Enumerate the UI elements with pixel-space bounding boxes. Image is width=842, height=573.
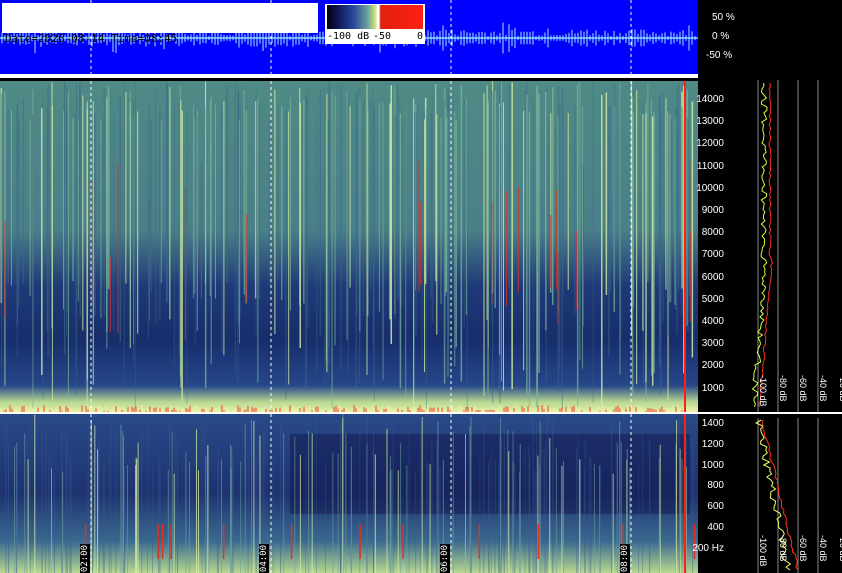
amp-label-minus50: -50 % — [706, 50, 733, 61]
color-scale: -100 dB -50 0 — [325, 4, 425, 44]
freq-label-upper-8: 6000 — [701, 271, 724, 283]
db-label-1: -80 dB — [778, 375, 788, 402]
db-label-0: -100 dB — [758, 535, 768, 567]
freq-label-upper-2: 12000 — [696, 138, 724, 150]
freq-label-upper-1: 13000 — [696, 116, 724, 128]
freq-label-upper-7: 7000 — [701, 249, 724, 261]
freq-label-upper-12: 2000 — [701, 360, 724, 372]
db-label-1: -80 dB — [778, 535, 788, 562]
freq-label-lower-1: 1200 — [701, 438, 724, 450]
freq-label-upper-9: 5000 — [701, 293, 724, 305]
db-label-3: -40 dB — [818, 375, 828, 402]
time-marker-0800: 08:00 — [620, 544, 630, 573]
freq-label-lower-0: 1400 — [701, 418, 724, 429]
info-box: Date=2026-08-14 Time=08:45 Freq= 1...150… — [2, 3, 318, 87]
amp-label-50: 50 % — [712, 12, 735, 23]
time-marker-0600: 06:00 — [440, 544, 450, 573]
date-time-text: Date=2026-08-14 Time=08:45 — [5, 32, 178, 45]
freq-label-upper-11: 3000 — [701, 338, 724, 350]
db-label-2: -60 dB — [798, 535, 808, 562]
colorbar-label-min: -100 dB — [327, 31, 370, 42]
time-marker-0400: 04:00 — [259, 544, 269, 573]
waveform-panel: Date=2026-08-14 Time=08:45 Freq= 1...150… — [0, 0, 698, 87]
freq-label-upper-10: 4000 — [701, 316, 724, 327]
freq-label-upper-5: 9000 — [701, 205, 724, 216]
colorbar-label-max: 0 — [417, 31, 424, 42]
db-label-3: -40 dB — [818, 535, 828, 562]
freq-label-lower-6: 200 Hz — [692, 542, 724, 554]
freq-label-upper-4: 10000 — [696, 182, 724, 194]
freq-label-lower-5: 400 — [707, 522, 724, 533]
colorbar-label-mid: -50 — [373, 31, 392, 42]
db-label-0: -100 dB — [758, 375, 768, 407]
separator-line — [0, 74, 698, 78]
freq-label-upper-3: 11000 — [696, 160, 724, 172]
db-label-2: -60 dB — [798, 375, 808, 402]
time-marker-0200: 02:00 — [80, 544, 90, 573]
freq-label-upper-13: 1000 — [701, 382, 724, 394]
freq-label-lower-2: 1000 — [701, 459, 724, 471]
spectrogram-upper — [0, 81, 698, 412]
freq-label-upper-6: 8000 — [701, 227, 724, 239]
color-scale-gradient — [327, 5, 423, 29]
freq-label-upper-0: 14000 — [696, 94, 724, 105]
spectrogram-lower — [0, 414, 698, 573]
freq-label-lower-4: 600 — [707, 501, 724, 513]
db-label-4: -20 dB — [838, 375, 842, 402]
db-label-4: -20 dB — [838, 535, 842, 562]
freq-label-lower-3: 800 — [707, 480, 724, 492]
amp-label-0: 0 % — [712, 31, 730, 42]
